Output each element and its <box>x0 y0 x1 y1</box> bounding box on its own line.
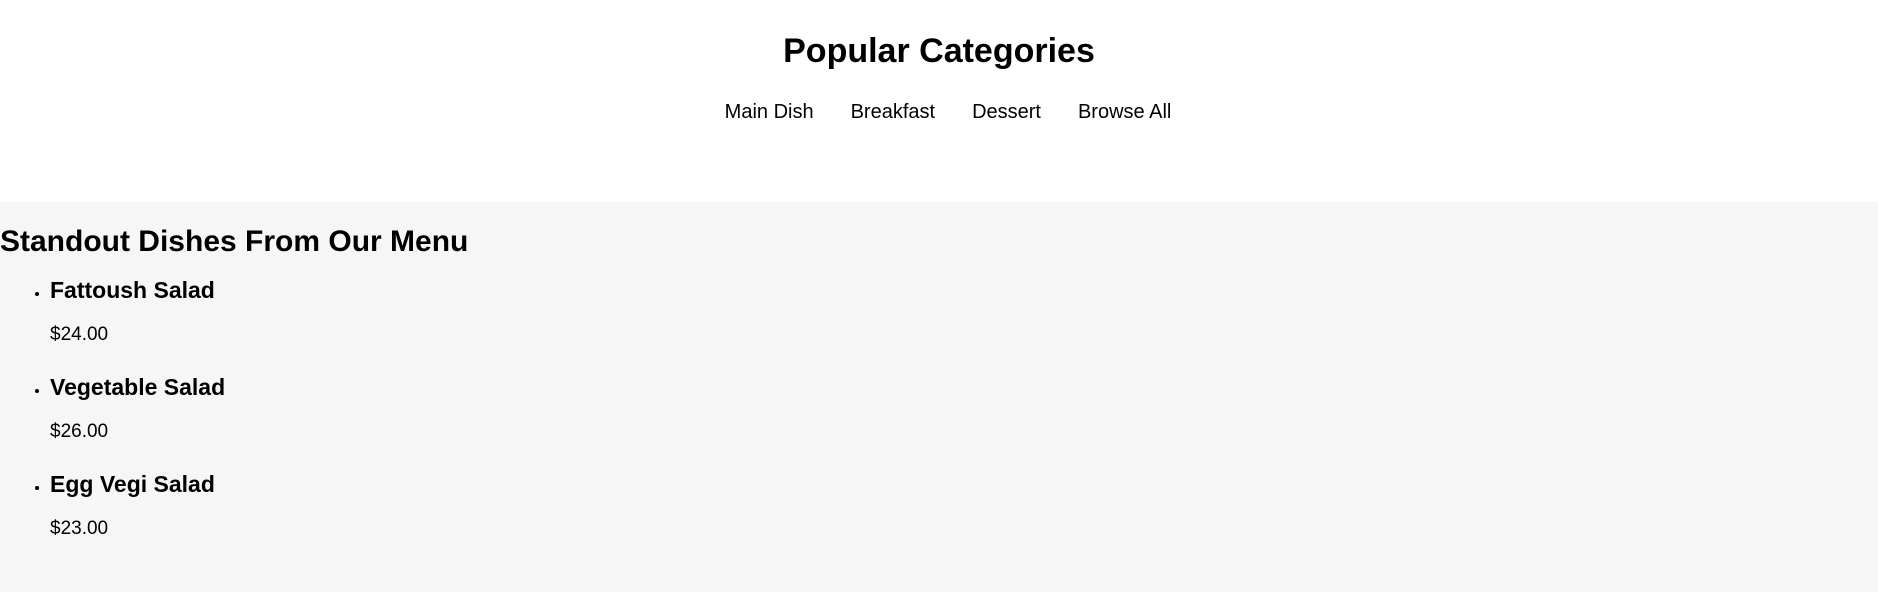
category-link-breakfast[interactable]: Breakfast <box>851 100 935 124</box>
dish-item-fattoush-salad: Fattoush Salad $24.00 <box>50 276 1878 373</box>
popular-categories-section: Popular Categories Main Dish Breakfast D… <box>0 0 1878 202</box>
popular-categories-title: Popular Categories <box>783 32 1095 70</box>
category-nav: Main Dish Breakfast Dessert Browse All <box>0 100 1878 124</box>
dish-price: $26.00 <box>50 421 109 442</box>
dish-name: Fattoush Salad <box>50 277 215 303</box>
dish-price: $24.00 <box>50 324 109 345</box>
dish-name: Egg Vegi Salad <box>50 471 215 497</box>
standout-dishes-title: Standout Dishes From Our Menu <box>0 225 469 258</box>
standout-dishes-section: Standout Dishes From Our Menu Fattoush S… <box>0 202 1878 592</box>
dish-list: Fattoush Salad $24.00 Vegetable Salad $2… <box>0 276 1878 567</box>
dish-name: Vegetable Salad <box>50 374 226 400</box>
category-link-browse-all[interactable]: Browse All <box>1078 100 1171 124</box>
dish-item-vegetable-salad: Vegetable Salad $26.00 <box>50 373 1878 470</box>
dish-price: $23.00 <box>50 518 109 539</box>
category-link-dessert[interactable]: Dessert <box>972 100 1041 124</box>
dish-item-egg-vegi-salad: Egg Vegi Salad $23.00 <box>50 470 1878 567</box>
category-link-main-dish[interactable]: Main Dish <box>725 100 814 124</box>
